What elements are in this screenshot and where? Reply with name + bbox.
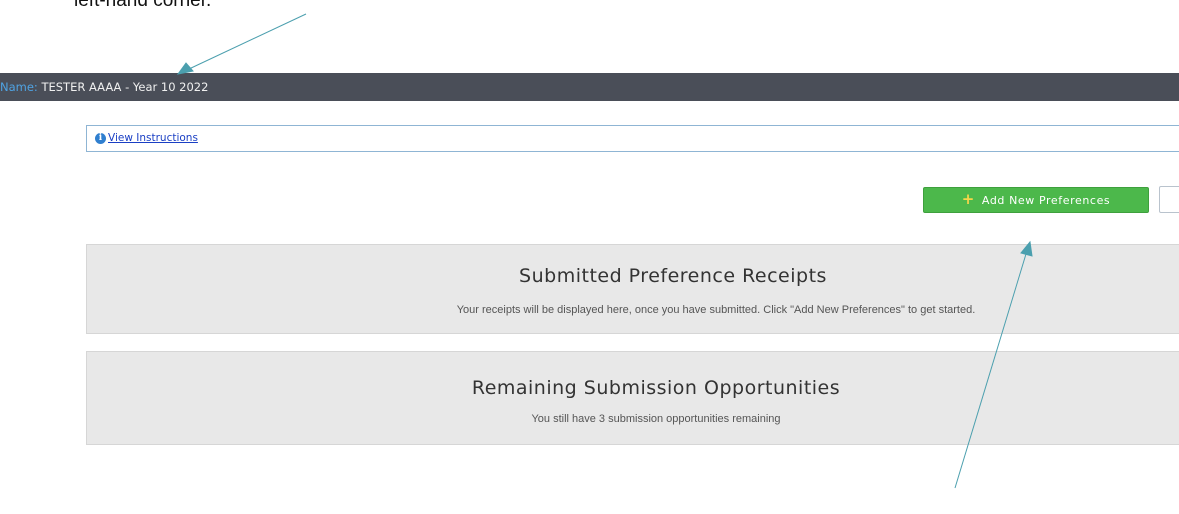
arrow-to-button-line [954, 253, 1027, 489]
annotation-arrows [176, 13, 1033, 489]
arrow-to-name-head [176, 62, 194, 75]
arrow-to-button-head [1020, 240, 1033, 257]
arrow-to-name-line [188, 13, 307, 70]
